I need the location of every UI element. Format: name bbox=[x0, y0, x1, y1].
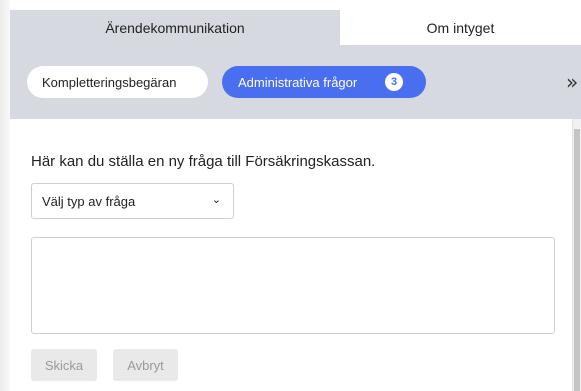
form-intro: Här kan du ställa en ny fråga till Försä… bbox=[31, 153, 376, 170]
tab-om-intyget[interactable]: Om intyget bbox=[340, 10, 581, 45]
main-tabs: Ärendekommunikation Om intyget bbox=[10, 10, 581, 45]
question-type-select[interactable]: Välj typ av fråga ⌄ bbox=[31, 183, 234, 219]
question-form: Här kan du ställa en ny fråga till Försä… bbox=[10, 119, 572, 391]
chevron-down-icon: ⌄ bbox=[211, 193, 221, 206]
count-badge: 3 bbox=[385, 73, 403, 91]
panel-edge bbox=[0, 0, 10, 391]
send-label: Skicka bbox=[44, 357, 84, 373]
cancel-button[interactable]: Avbryt bbox=[113, 349, 178, 381]
tab-label: Ärendekommunikation bbox=[105, 19, 245, 36]
administrativa-fragor-button[interactable]: Administrativa frågor 3 bbox=[222, 66, 426, 98]
scrollbar-thumb[interactable] bbox=[574, 129, 580, 391]
vertical-scrollbar[interactable] bbox=[572, 119, 581, 391]
cancel-label: Avbryt bbox=[127, 357, 164, 373]
tab-label: Om intyget bbox=[426, 19, 495, 36]
kompletteringsbegaran-button[interactable]: Kompletteringsbegäran bbox=[27, 66, 208, 98]
send-button[interactable]: Skicka bbox=[31, 349, 97, 381]
select-value: Välj typ av fråga bbox=[42, 193, 136, 209]
pill-label: Administrativa frågor bbox=[238, 74, 358, 90]
tab-arendekommunikation[interactable]: Ärendekommunikation bbox=[10, 10, 340, 45]
message-textarea[interactable] bbox=[31, 237, 555, 334]
pill-label: Kompletteringsbegäran bbox=[42, 74, 177, 90]
subtab-bar: Kompletteringsbegäran Administrativa frå… bbox=[10, 45, 581, 119]
double-chevron-right-icon[interactable]: » bbox=[566, 70, 578, 94]
